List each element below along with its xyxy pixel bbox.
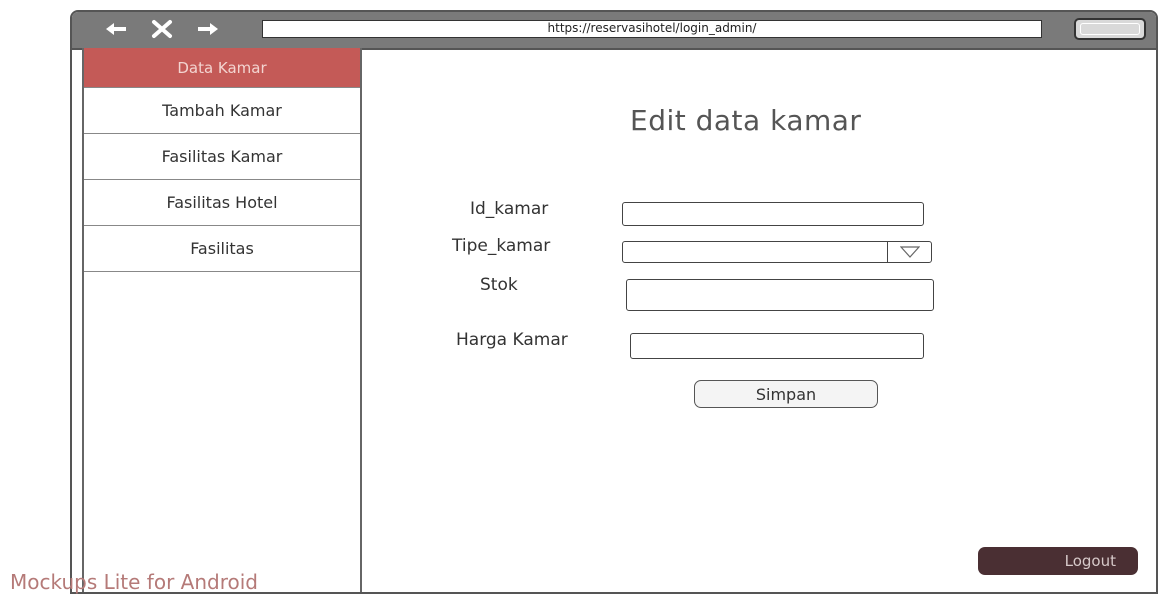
harga-kamar-field[interactable] xyxy=(630,333,924,359)
url-bar[interactable]: https://reservasihotel/login_admin/ xyxy=(262,20,1042,38)
browser-window: https://reservasihotel/login_admin/ Data… xyxy=(70,10,1158,594)
save-button[interactable]: Simpan xyxy=(694,380,878,408)
sidebar-item-fasilitas-kamar[interactable]: Fasilitas Kamar xyxy=(84,134,360,180)
sidebar-item-fasilitas[interactable]: Fasilitas xyxy=(84,226,360,272)
page-title: Edit data kamar xyxy=(630,104,862,137)
watermark-text: Mockups Lite for Android xyxy=(10,570,258,594)
back-arrow-icon[interactable] xyxy=(102,16,130,42)
sidebar-item-fasilitas-hotel[interactable]: Fasilitas Hotel xyxy=(84,180,360,226)
sidebar-item-tambah-kamar[interactable]: Tambah Kamar xyxy=(84,88,360,134)
id-kamar-label: Id_kamar xyxy=(470,199,549,219)
logout-button[interactable]: Logout xyxy=(978,547,1138,575)
id-kamar-field[interactable] xyxy=(622,202,924,226)
stok-field[interactable] xyxy=(626,279,934,311)
forward-arrow-icon[interactable] xyxy=(194,16,222,42)
tipe-kamar-label: Tipe_kamar xyxy=(452,236,551,256)
browser-toolbar: https://reservasihotel/login_admin/ xyxy=(72,12,1156,50)
harga-kamar-label: Harga Kamar xyxy=(456,330,568,350)
stok-label: Stok xyxy=(480,275,518,295)
close-icon[interactable] xyxy=(148,16,176,42)
sidebar: Data Kamar Tambah Kamar Fasilitas Kamar … xyxy=(82,48,362,592)
sidebar-item-data-kamar[interactable]: Data Kamar xyxy=(84,48,360,88)
dropdown-toggle[interactable] xyxy=(887,242,931,262)
browser-menu-button[interactable] xyxy=(1074,18,1146,40)
tipe-kamar-select[interactable] xyxy=(622,241,932,263)
chevron-down-icon xyxy=(900,246,920,258)
